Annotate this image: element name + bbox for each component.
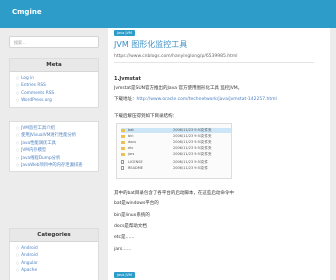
- meta-entries-rss-link[interactable]: Entries RSS: [16, 82, 93, 89]
- recent-post-link[interactable]: JavaWeb项目中的内存泄漏排查: [16, 162, 93, 169]
- download-link[interactable]: http://www.oracle.com/technetwork/java/j…: [137, 97, 277, 102]
- post-paragraph: bin是linux系统的: [114, 213, 150, 218]
- post-category-tag[interactable]: Java JVM: [114, 272, 135, 278]
- divider: [114, 62, 314, 63]
- folder-icon: [121, 140, 125, 144]
- search-input[interactable]: 搜索...: [9, 36, 99, 48]
- category-link[interactable]: Apache: [16, 267, 93, 274]
- meta-login-link[interactable]: Log in: [16, 75, 93, 82]
- category-link[interactable]: Android: [16, 252, 93, 259]
- recent-posts-list: JVM监控工具介绍 使用JVisualVM进行性能分析 Java性能调优工具 J…: [10, 122, 98, 171]
- folder-icon: [121, 134, 125, 138]
- post-title[interactable]: JVM 图形化监控工具: [114, 39, 187, 50]
- meta-list: Log in Entries RSS Comments RSS WordPres…: [10, 72, 98, 107]
- file-row: etc 2006/11/23 9:51 文件夹: [121, 146, 212, 151]
- meta-panel: Meta Log in Entries RSS Comments RSS Wor…: [9, 58, 99, 108]
- category-link[interactable]: Angular: [16, 260, 93, 267]
- categories-panel: Categories Android Android Angular Apach…: [9, 228, 99, 280]
- recent-post-link[interactable]: Java线程Dump分析: [16, 155, 93, 162]
- recent-post-link[interactable]: Java性能调优工具: [16, 140, 93, 147]
- meta-title: Meta: [10, 59, 98, 72]
- document-icon: [121, 166, 124, 170]
- section-heading: 1.Jvmstat: [114, 76, 141, 82]
- meta-comments-rss-link[interactable]: Comments RSS: [16, 90, 93, 97]
- categories-title: Categories: [10, 229, 98, 242]
- directory-screenshot: bat 2006/11/23 9:51 文件夹 bin 2006/11/23 9:51…: [116, 123, 232, 179]
- recent-post-link[interactable]: 使用JVisualVM进行性能分析: [16, 132, 93, 139]
- post-paragraph: 其中的bat目录包含了各平台的启动脚本，在这些启动命令中: [114, 191, 234, 196]
- recent-post-link[interactable]: JVM内存模型: [16, 147, 93, 154]
- categories-list: Android Android Angular Apache: [10, 242, 98, 277]
- folder-icon: [121, 152, 125, 156]
- file-row: bat 2006/11/23 9:51 文件夹: [121, 128, 231, 133]
- file-row: bin 2006/11/23 9:51 文件夹: [121, 134, 212, 139]
- site-brand[interactable]: Cmgine: [12, 8, 42, 16]
- top-bar: Cmgine: [0, 0, 336, 28]
- document-icon: [121, 160, 124, 164]
- sidebar: 搜索... Meta Log in Entries RSS Comments R…: [6, 28, 102, 280]
- post-content: Java JVM JVM 图形化监控工具 https://www.cnblogs…: [108, 28, 330, 280]
- recent-posts-panel: JVM监控工具介绍 使用JVisualVM进行性能分析 Java性能调优工具 J…: [9, 121, 99, 173]
- folder-icon: [121, 146, 125, 150]
- post-paragraph: 下载后解压得到如下目录结构：: [114, 114, 177, 119]
- category-link[interactable]: Android: [16, 245, 93, 252]
- post-paragraph: etc是……: [114, 235, 135, 240]
- post-paragraph: Jvmstat是SUN官方推出的Java 官方使用图形化工具 监控JVM。: [114, 86, 243, 91]
- file-row: docs 2006/11/23 9:51 文件夹: [121, 140, 212, 145]
- post-paragraph: bat是windows平台的: [114, 201, 159, 206]
- post-category-tag[interactable]: Java JVM: [114, 30, 135, 36]
- file-row: jars 2006/11/23 9:51 文件夹: [121, 152, 212, 157]
- meta-wordpress-link[interactable]: WordPress.org: [16, 97, 93, 104]
- post-paragraph: docs是帮助文档: [114, 224, 147, 229]
- download-label: 下载地址：: [114, 97, 137, 102]
- file-row: README 2006/11/23 9:51 文件: [121, 166, 208, 171]
- recent-post-link[interactable]: JVM监控工具介绍: [16, 125, 93, 132]
- post-source-url[interactable]: https://www.cnblogs.com/hanyinglong/p/65…: [114, 54, 238, 59]
- folder-icon: [121, 128, 125, 132]
- download-line: 下载地址：http://www.oracle.com/technetwork/j…: [114, 96, 277, 102]
- file-row: LICENSE 2006/11/23 9:51 文件: [121, 160, 208, 165]
- post-paragraph: jars……: [114, 247, 132, 252]
